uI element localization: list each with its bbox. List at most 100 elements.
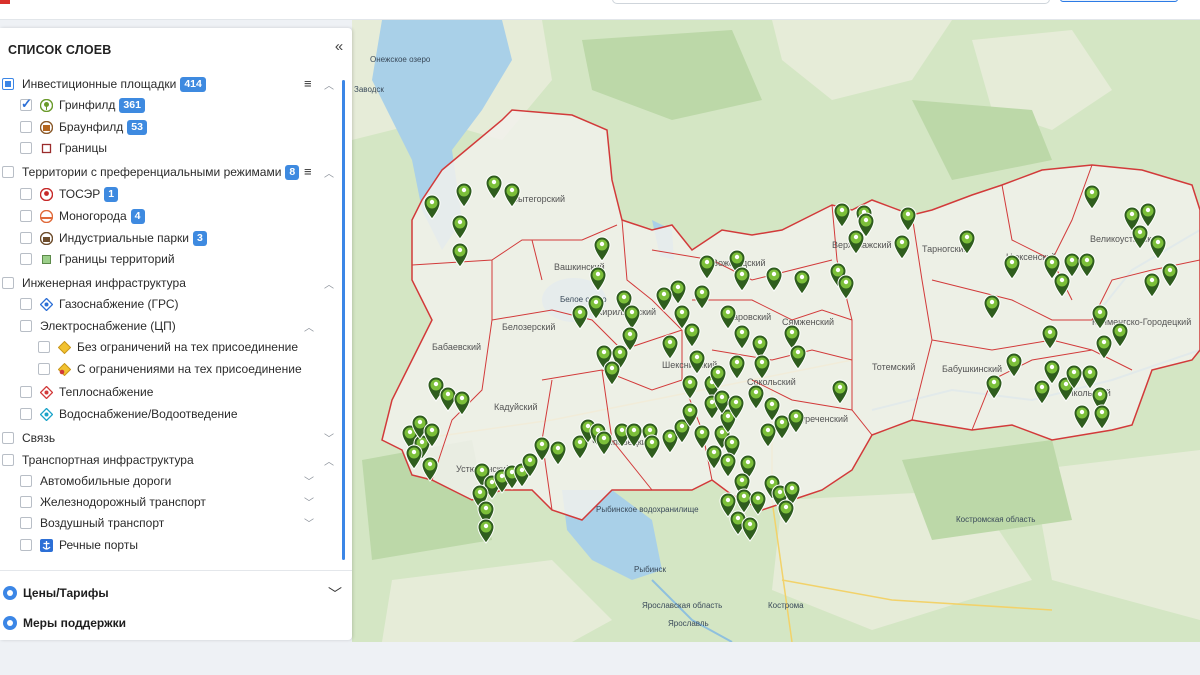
layer-list: Инвестиционные площадки 414 ≡ ︿ Гринфилд… [0,72,340,562]
layer-electric[interactable]: Электроснабжение (ЦП) [20,316,176,336]
count-badge: 414 [180,76,206,92]
layer-monotowns[interactable]: Моногорода 4 [20,206,145,226]
layer-checkbox[interactable] [38,341,50,353]
layer-checkbox[interactable] [20,496,32,508]
place-label: Заводск [354,85,384,94]
section-label: Меры поддержки [23,616,126,630]
group-preferential-territories[interactable]: Территории с преференциальными режимами … [2,162,300,182]
layer-heat[interactable]: Теплоснабжение [20,382,153,402]
tariff-icon [3,586,17,600]
panel-title: СПИСОК СЛОЕВ [8,43,112,57]
place-label: Ярославская область [642,601,722,610]
count-badge: 4 [130,208,145,224]
layer-label: Индустриальные парки [59,231,189,245]
layer-checkbox[interactable] [20,475,32,487]
layer-industrial-parks[interactable]: Индустриальные парки 3 [20,228,207,248]
layer-greenfield[interactable]: Гринфилд 361 [20,95,145,115]
menu-icon[interactable]: ≡ [304,164,312,179]
toser-icon [40,187,53,201]
layer-label: Границы территорий [59,252,175,266]
map-canvas[interactable]: Вытегорский Вашкинский Белозерский Кирил… [352,20,1200,642]
place-label: Кострома [768,601,804,610]
section-support-measures[interactable]: Меры поддержки [0,612,352,634]
chevron-down-icon[interactable]: ﹀ [324,430,334,445]
group-transport-infrastructure[interactable]: Транспортная инфраструктура [2,450,194,470]
group-checkbox[interactable] [2,78,14,90]
group-engineering-infrastructure[interactable]: Инженерная инфраструктура [2,273,186,293]
collapse-panel-button[interactable]: « [331,38,347,56]
search-input[interactable] [612,0,1050,4]
count-badge: 1 [104,186,119,202]
layer-territory-borders[interactable]: Границы территорий [20,249,175,269]
layer-brownfield[interactable]: Браунфилд 53 [20,117,147,137]
chevron-up-icon[interactable]: ︿ [324,453,334,468]
layer-gas[interactable]: Газоснабжение (ГРС) [20,294,179,314]
district-label: Белозерский [502,322,555,332]
layer-water[interactable]: Водоснабжение/Водоотведение [20,404,238,424]
layer-label: Газоснабжение (ГРС) [59,297,179,311]
section-tariffs[interactable]: Цены/Тарифы [0,582,352,604]
layer-checkbox[interactable] [20,408,32,420]
layer-checkbox[interactable] [20,253,32,265]
layer-checkbox[interactable] [20,517,32,529]
group-label: Территории с преференциальными режимами [22,165,282,179]
chevron-down-icon[interactable]: ﹀ [304,515,314,530]
lightning-icon [58,340,71,354]
layer-air[interactable]: Воздушный транспорт [20,513,164,533]
map-svg[interactable]: Вытегорский Вашкинский Белозерский Кирил… [352,20,1200,642]
layer-checkbox[interactable] [20,96,32,112]
layer-checkbox[interactable] [20,539,32,551]
group-checkbox[interactable] [2,432,14,444]
layer-label: Водоснабжение/Водоотведение [59,407,238,421]
layer-checkbox[interactable] [20,320,32,332]
layer-label: Браунфилд [59,120,124,134]
layer-label: Воздушный транспорт [40,516,165,530]
layer-checkbox[interactable] [38,363,50,375]
layer-label: Теплоснабжение [59,385,154,399]
layer-label: С ограничениями на тех присоединение [77,362,302,376]
app-root: Вытегорский Вашкинский Белозерский Кирил… [0,0,1200,675]
panel-divider [0,570,352,571]
group-investment-sites[interactable]: Инвестиционные площадки 414 [2,74,206,94]
chevron-down-icon[interactable]: ﹀ [304,494,314,509]
chevron-down-icon[interactable]: ﹀ [328,584,342,604]
menu-icon[interactable]: ≡ [304,76,312,91]
territory-square-icon [42,254,51,264]
chevron-up-icon[interactable]: ︿ [304,319,314,334]
chevron-up-icon[interactable]: ︿ [324,276,334,291]
chevron-down-icon[interactable]: ﹀ [304,473,314,488]
layer-rail[interactable]: Железнодорожный транспорт [20,492,206,512]
industrial-park-icon [40,231,53,245]
group-communication[interactable]: Связь [2,428,55,448]
top-action-button[interactable] [1060,0,1178,2]
scrollbar-thumb[interactable] [342,80,345,560]
layer-roads[interactable]: Автомобильные дороги [20,471,171,491]
group-checkbox[interactable] [2,166,14,178]
layer-label: Речные порты [59,538,138,552]
layer-checkbox[interactable] [20,386,32,398]
group-checkbox[interactable] [2,277,14,289]
layer-toser[interactable]: ТОСЭР 1 [20,184,119,204]
count-badge: 53 [127,119,147,135]
layer-label: Границы [59,141,107,155]
place-label: Рыбинск [634,565,667,574]
chevron-up-icon[interactable]: ︿ [324,77,334,92]
layer-checkbox[interactable] [20,188,32,200]
layer-checkbox[interactable] [20,142,32,154]
layer-with-limits[interactable]: С ограничениями на тех присоединение [38,359,302,379]
layer-no-limits[interactable]: Без ограничений на тех присоединение [38,337,298,357]
lightning-warning-icon [58,362,71,376]
gas-icon [40,297,53,311]
place-label: Онежское озеро [370,55,431,64]
group-checkbox[interactable] [2,454,14,466]
layer-checkbox[interactable] [20,121,32,133]
count-badge: 361 [119,97,145,113]
count-badge: 3 [192,230,207,246]
chevron-up-icon[interactable]: ︿ [324,165,334,180]
layer-checkbox[interactable] [20,232,32,244]
layer-checkbox[interactable] [20,298,32,310]
greenfield-icon [40,98,53,112]
layer-checkbox[interactable] [20,210,32,222]
layer-borders[interactable]: Границы [20,138,107,158]
layer-ports[interactable]: Речные порты [20,535,138,555]
